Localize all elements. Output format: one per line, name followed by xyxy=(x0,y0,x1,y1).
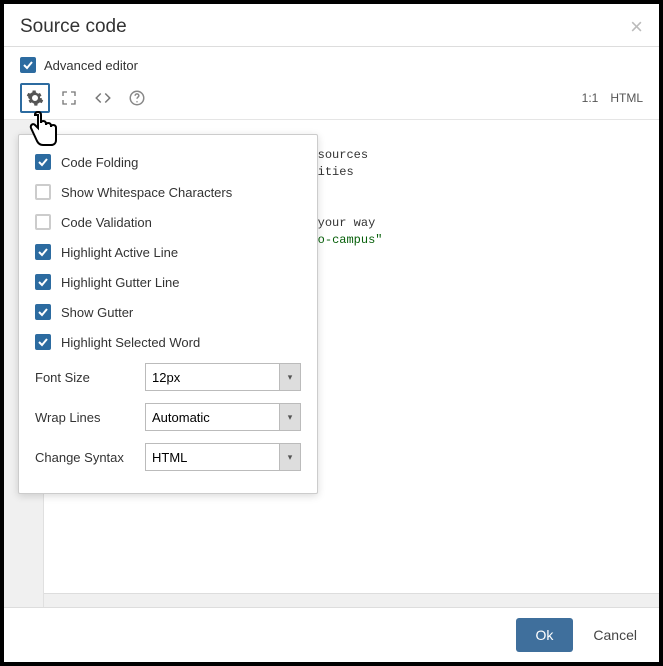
settings-panel: Code Folding Show Whitespace Characters Co… xyxy=(18,134,318,494)
settings-checkbox[interactable] xyxy=(35,334,51,350)
settings-checkbox[interactable] xyxy=(35,274,51,290)
change-syntax-select[interactable]: HTML xyxy=(145,443,301,471)
code-icon xyxy=(94,89,112,107)
settings-option-label: Code Validation xyxy=(61,215,152,230)
advanced-editor-checkbox[interactable] xyxy=(20,57,36,73)
help-button[interactable] xyxy=(122,83,152,113)
cursor-position: 1:1 xyxy=(582,91,599,105)
dialog-footer: Ok Cancel xyxy=(4,607,659,662)
wrap-lines-select[interactable]: Automatic xyxy=(145,403,301,431)
settings-option: Highlight Selected Word xyxy=(33,327,303,357)
editor-toolbar: 1:1 HTML xyxy=(4,81,659,120)
language-indicator: HTML xyxy=(610,91,643,105)
font-size-select[interactable]: 12px xyxy=(145,363,301,391)
dialog-title: Source code xyxy=(20,16,127,38)
change-syntax-label: Change Syntax xyxy=(35,450,135,465)
advanced-editor-row: Advanced editor xyxy=(4,47,659,81)
settings-option-label: Highlight Selected Word xyxy=(61,335,200,350)
settings-option: Show Gutter xyxy=(33,297,303,327)
settings-option: Highlight Active Line xyxy=(33,237,303,267)
cancel-button[interactable]: Cancel xyxy=(587,626,643,644)
settings-option-label: Show Whitespace Characters xyxy=(61,185,232,200)
help-icon xyxy=(128,89,146,107)
advanced-editor-label: Advanced editor xyxy=(44,58,138,73)
settings-checkbox[interactable] xyxy=(35,214,51,230)
dialog-header: Source code × xyxy=(4,4,659,47)
ok-button[interactable]: Ok xyxy=(516,618,574,652)
settings-option-label: Highlight Active Line xyxy=(61,245,178,260)
settings-option: Code Folding xyxy=(33,147,303,177)
gear-icon xyxy=(26,89,44,107)
fullscreen-button[interactable] xyxy=(54,83,84,113)
settings-checkbox[interactable] xyxy=(35,244,51,260)
horizontal-scrollbar[interactable] xyxy=(44,593,659,607)
settings-button[interactable] xyxy=(20,83,50,113)
wrap-lines-label: Wrap Lines xyxy=(35,410,135,425)
settings-checkbox[interactable] xyxy=(35,304,51,320)
close-icon[interactable]: × xyxy=(630,16,643,38)
code-button[interactable] xyxy=(88,83,118,113)
settings-option-label: Highlight Gutter Line xyxy=(61,275,180,290)
settings-option-label: Code Folding xyxy=(61,155,138,170)
settings-option-label: Show Gutter xyxy=(61,305,133,320)
settings-option: Show Whitespace Characters xyxy=(33,177,303,207)
settings-checkbox[interactable] xyxy=(35,154,51,170)
settings-checkbox[interactable] xyxy=(35,184,51,200)
fullscreen-icon xyxy=(61,90,77,106)
settings-option: Highlight Gutter Line xyxy=(33,267,303,297)
settings-option: Code Validation xyxy=(33,207,303,237)
font-size-label: Font Size xyxy=(35,370,135,385)
